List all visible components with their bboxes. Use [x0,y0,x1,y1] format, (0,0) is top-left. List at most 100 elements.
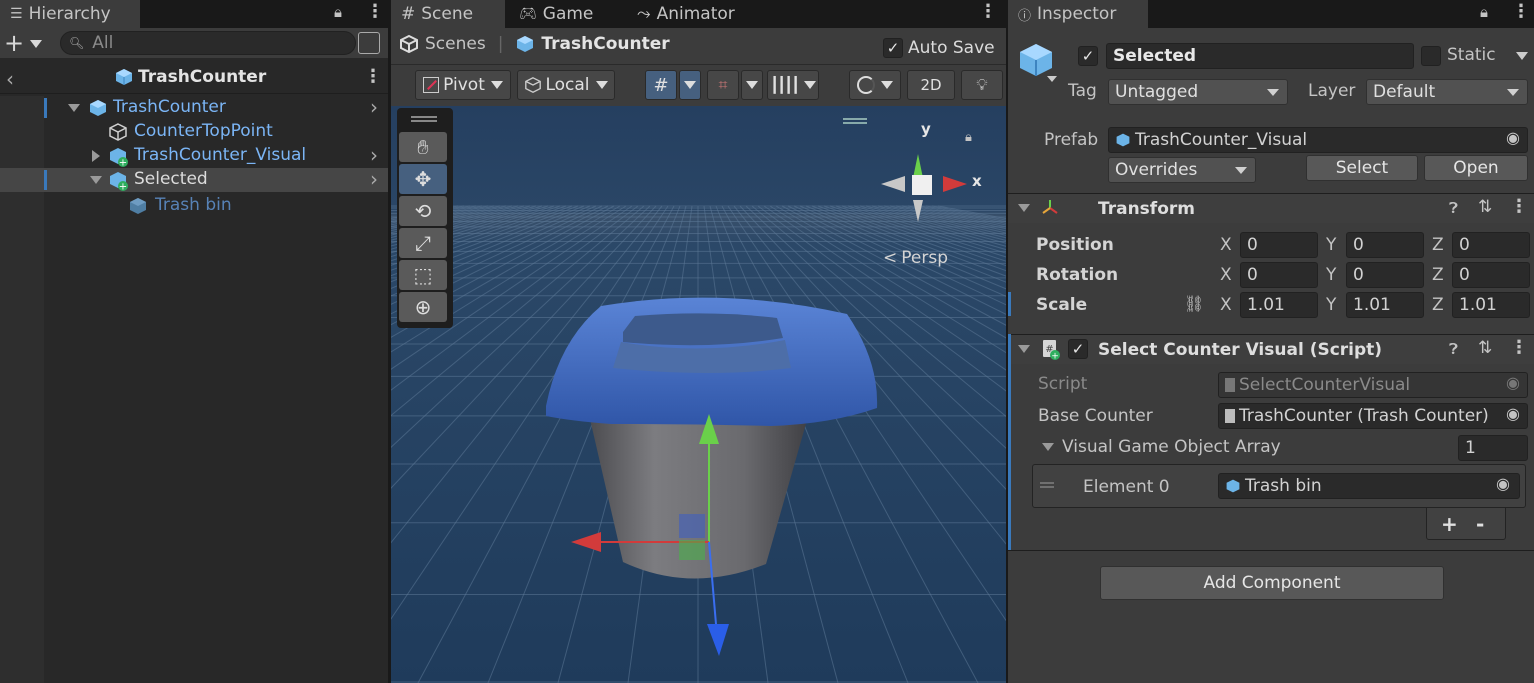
scale-x-field[interactable]: 1.01 [1240,292,1318,318]
object-picker-icon[interactable]: ◉ [1506,404,1520,423]
tab-game[interactable]: 🎮︎ Game [509,0,603,28]
persp-label-row[interactable]: < Persp [883,248,948,268]
orientation-gizmo[interactable] [861,120,981,240]
presets-icon[interactable]: ⇅ [1478,197,1492,217]
collapse-arrow-icon[interactable] [92,150,100,162]
tab-hierarchy[interactable]: ☰ Hierarchy [0,0,140,28]
shading-dropdown[interactable] [849,70,901,100]
help-icon[interactable]: ❓︎ [1449,340,1458,358]
inspector-menu-icon[interactable]: ⋮ [1512,1,1530,22]
hierarchy-menu-icon[interactable]: ⋮ [366,1,384,22]
expand-arrow-icon[interactable] [90,176,102,184]
static-checkbox[interactable] [1421,46,1441,66]
local-dropdown[interactable]: Local [517,70,615,100]
grid-snap-dropdown[interactable] [679,70,701,100]
prefab-field[interactable]: TrashCounter_Visual [1108,127,1528,153]
scene-tabs-menu-icon[interactable]: ⋮ [979,1,997,22]
icon-dropdown-chevron-icon[interactable] [1047,76,1057,82]
static-dropdown-chevron-icon[interactable] [1516,52,1528,60]
transform-tool-button[interactable]: ⊕ [399,292,447,322]
tag-dropdown[interactable]: Untagged [1108,79,1288,105]
collapse-arrow-icon[interactable] [1018,204,1030,212]
component-menu-icon[interactable]: ⋮ [1510,337,1528,358]
item-label: Trash bin [155,195,232,215]
2d-label: 2D [920,76,942,94]
rotation-y-field[interactable]: 0 [1346,262,1424,288]
array-expand-arrow-icon[interactable] [1042,443,1054,451]
prefab-open-button[interactable]: Open [1424,155,1528,181]
presets-icon[interactable]: ⇅ [1478,338,1492,358]
add-icon[interactable]: + [4,29,24,57]
collapse-arrow-icon[interactable] [1018,345,1030,353]
hierarchy-search-input[interactable]: 🔍︎ All [60,31,356,55]
open-prefab-chevron-icon[interactable]: › [370,167,378,191]
tab-scene[interactable]: # Scene [391,0,505,28]
back-chevron-icon[interactable]: ‹ [6,67,14,91]
element-0-field[interactable]: Trash bin [1218,473,1520,499]
lock-icon[interactable]: 🔒︎ [1480,3,1488,21]
increment-snap-toggle[interactable]: ⌗ [707,70,739,100]
search-options-icon[interactable] [358,32,380,54]
remove-element-button[interactable]: - [1476,512,1484,536]
scale-z-field[interactable]: 1.01 [1452,292,1530,318]
rotation-x-field[interactable]: 0 [1240,262,1318,288]
rect-tool-button[interactable]: ⬚ [399,260,447,290]
list-item[interactable]: CounterTopPoint [0,120,388,144]
gizmo-lock-icon[interactable]: 🔒︎ [965,130,972,145]
tools-drag-handle[interactable] [411,116,437,118]
rotation-z-field[interactable]: 0 [1452,262,1530,288]
base-counter-field[interactable]: TrashCounter (Trash Counter) [1218,403,1528,429]
scale-x-value: 1.01 [1247,295,1285,315]
constrain-link-icon[interactable]: ⛓︎ [1184,294,1204,313]
scale-y-field[interactable]: 1.01 [1346,292,1424,318]
array-size-field[interactable]: 1 [1458,435,1528,461]
object-picker-icon[interactable]: ◉ [1496,474,1510,493]
object-picker-icon[interactable]: ◉ [1506,128,1520,147]
chevron-down-icon [490,81,503,89]
add-dropdown-chevron-icon[interactable] [30,40,42,48]
lock-icon[interactable]: 🔒︎ [334,3,342,21]
pivot-dropdown[interactable]: Pivot [415,70,511,100]
prefab-select-button[interactable]: Select [1306,155,1418,181]
pivot-label: Pivot [443,75,485,95]
position-y-field[interactable]: 0 [1346,232,1424,258]
tab-inspector[interactable]: ⓘ Inspector [1008,0,1148,28]
expand-arrow-icon[interactable] [68,104,80,112]
layer-dropdown[interactable]: Default [1366,79,1528,105]
rotate-tool-button[interactable]: ⟲ [399,196,447,226]
breadcrumb-root[interactable]: Scenes [425,34,486,54]
list-item[interactable]: + TrashCounter_Visual › [0,143,388,169]
list-item-selected[interactable]: + Selected › [0,167,388,192]
breadcrumb-current[interactable]: TrashCounter [541,34,669,54]
lighting-toggle[interactable]: 💡︎ [961,70,1003,100]
position-z-field[interactable]: 0 [1452,232,1530,258]
list-item[interactable]: Trash bin [0,194,388,218]
hand-tool-button[interactable]: ✋︎ [399,132,447,162]
add-component-button[interactable]: Add Component [1100,566,1444,600]
ruler-dropdown[interactable]: ┃┃┃┃ [767,70,819,100]
scene-viewport[interactable]: ✋︎ ✥ ⟲ ⤢ ⬚ ⊕ y x 🔒︎ < Persp [391,106,1006,683]
move-tool-button[interactable]: ✥ [399,164,447,194]
overrides-dropdown[interactable]: Overrides [1108,157,1256,183]
auto-save-checkbox[interactable]: ✓ [883,38,903,58]
active-checkbox[interactable]: ✓ [1078,46,1098,66]
list-item[interactable]: TrashCounter › [0,95,388,120]
object-name-input[interactable]: Selected [1106,43,1414,69]
script-enabled-checkbox[interactable]: ✓ [1068,339,1088,359]
gameobject-cube-icon[interactable] [1016,40,1056,80]
open-prefab-chevron-icon[interactable]: › [370,95,378,119]
open-prefab-chevron-icon[interactable]: › [370,143,378,167]
grid-snap-toggle[interactable]: # [645,70,677,100]
position-x-field[interactable]: 0 [1240,232,1318,258]
svg-text:+: + [119,158,127,169]
component-menu-icon[interactable]: ⋮ [1510,196,1528,217]
scale-tool-button[interactable]: ⤢ [399,228,447,258]
base-counter-value: TrashCounter (Trash Counter) [1239,406,1489,426]
add-element-button[interactable]: + [1441,512,1458,536]
help-icon[interactable]: ❓︎ [1449,199,1458,217]
increment-snap-dropdown[interactable] [741,70,763,100]
scene-menu-icon[interactable]: ⋮ [364,66,382,87]
reorder-handle-icon[interactable] [1040,482,1054,484]
tab-animator[interactable]: ⤳ Animator [627,0,745,28]
2d-mode-toggle[interactable]: 2D [907,70,955,100]
